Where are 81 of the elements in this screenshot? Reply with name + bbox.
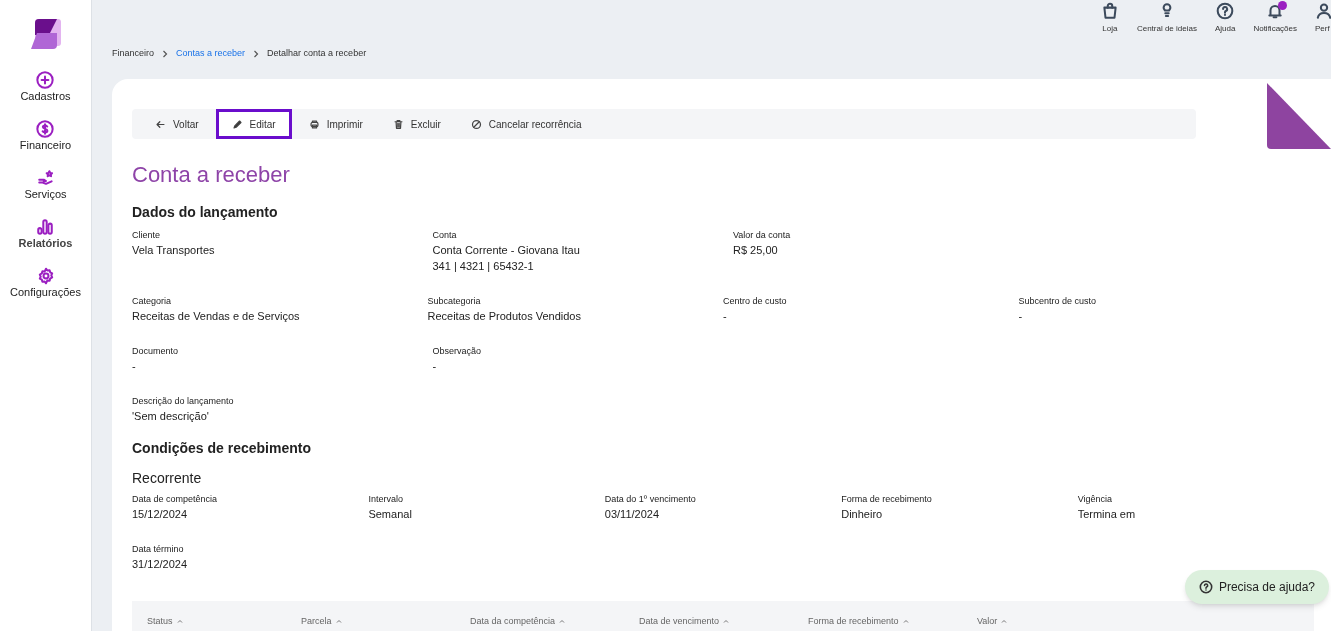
user-icon: [1315, 2, 1331, 20]
field-value: 15/12/2024: [132, 507, 189, 522]
page-title: Conta a receber: [132, 161, 291, 189]
help-icon: [1198, 580, 1213, 594]
dollar-circle-icon: [36, 120, 55, 138]
field-value: Receitas de Vendas e de Serviços: [132, 309, 301, 324]
field-label: Subcentro de custo: [1018, 295, 1098, 308]
section-heading: Condições de recebimento: [132, 439, 312, 457]
field-label: Data de competência: [132, 493, 219, 506]
top-nav-item[interactable]: Loja: [1100, 2, 1119, 35]
prohibited-icon: [470, 118, 482, 130]
column-header[interactable]: Status: [147, 614, 173, 628]
field-label: Documento: [132, 345, 180, 358]
bar-chart-icon: [36, 218, 55, 236]
sidebar-item[interactable]: Financeiro: [19, 120, 72, 169]
field-label: Conta: [432, 229, 458, 242]
field-value: 03/11/2024: [604, 507, 661, 522]
section-heading: Dados do lançamento: [132, 203, 279, 221]
field-value: -: [723, 309, 728, 324]
sidebar-item[interactable]: Relatórios: [18, 218, 73, 267]
column-header[interactable]: Parcela: [301, 614, 332, 628]
field-value: Vela Transportes: [132, 243, 216, 258]
top-nav-item[interactable]: Ajuda: [1214, 2, 1236, 35]
field-value: Termina em: [1077, 507, 1137, 522]
field-label: Data término: [132, 543, 185, 556]
field-value: 341 | 4321 | 65432-1: [432, 259, 535, 274]
arrow-left-icon: [155, 118, 166, 130]
field-value: R$ 25,00: [733, 243, 779, 258]
chevron-right-icon: [162, 49, 169, 58]
printer-icon: [308, 118, 320, 130]
field-label: Descrição do lançamento: [132, 395, 235, 408]
corner-decoration: [1267, 83, 1331, 149]
toolbar-button[interactable]: Editar: [215, 109, 292, 139]
section-subheading: Recorrente: [132, 469, 203, 487]
bell-icon: [1266, 2, 1285, 20]
gear-icon: [36, 267, 55, 285]
field-label: Subcategoria: [427, 295, 482, 308]
toolbar-button[interactable]: Cancelar recorrência: [457, 109, 595, 139]
column-header[interactable]: Forma de recebimento: [808, 614, 899, 628]
column-header[interactable]: Data de vencimento: [639, 614, 720, 628]
plus-circle-icon: [36, 71, 55, 89]
pencil-icon: [231, 118, 243, 130]
field-value: -: [1018, 309, 1024, 324]
top-nav-item[interactable]: Central de ideias: [1136, 2, 1197, 35]
field-value: -: [432, 359, 438, 374]
field-value: Receitas de Produtos Vendidos: [427, 309, 582, 324]
field-label: Data do 1º vencimento: [604, 493, 697, 506]
field-label: Categoria: [132, 295, 173, 308]
field-label: Observação: [432, 345, 483, 358]
chevron-right-icon: [253, 49, 260, 58]
field-label: Vigência: [1077, 493, 1113, 506]
column-header[interactable]: Data da competência: [470, 614, 556, 628]
field-label: Forma de recebimento: [841, 493, 933, 506]
help-button[interactable]: Precisa de ajuda?: [1184, 570, 1329, 604]
field-value: 31/12/2024: [132, 557, 189, 572]
toolbar-button[interactable]: Voltar: [142, 109, 212, 139]
field-label: Intervalo: [368, 493, 404, 506]
breadcrumb-link[interactable]: Contas a receber: [176, 46, 246, 61]
field-value: -: [132, 359, 137, 374]
hand-star-icon: [36, 169, 55, 187]
toolbar-button[interactable]: Excluir: [379, 109, 454, 139]
sidebar-item[interactable]: Cadastros: [20, 71, 71, 120]
column-header[interactable]: Valor: [977, 614, 998, 628]
help-icon: [1216, 2, 1235, 20]
app-logo[interactable]: [30, 19, 61, 49]
field-label: Cliente: [132, 229, 161, 242]
trash-icon: [392, 118, 404, 130]
field-value: Semanal: [368, 507, 413, 522]
field-value: Conta Corrente - Giovana Itau: [432, 243, 581, 258]
breadcrumb-item: Financeiro: [112, 46, 155, 60]
field-value: Dinheiro: [841, 507, 884, 522]
field-label: Centro de custo: [723, 295, 788, 308]
shopping-bag-icon: [1100, 2, 1119, 20]
sidebar-item[interactable]: Serviços: [24, 169, 67, 218]
top-nav-item[interactable]: Notificações: [1253, 2, 1297, 35]
field-value: 'Sem descrição': [132, 409, 210, 424]
top-nav-item[interactable]: Perf: [1315, 2, 1331, 35]
field-label: Valor da conta: [733, 229, 792, 242]
breadcrumb-item: Detalhar conta a receber: [267, 46, 367, 60]
toolbar-button[interactable]: Imprimir: [295, 109, 376, 139]
sidebar-item[interactable]: Configurações: [10, 267, 81, 316]
